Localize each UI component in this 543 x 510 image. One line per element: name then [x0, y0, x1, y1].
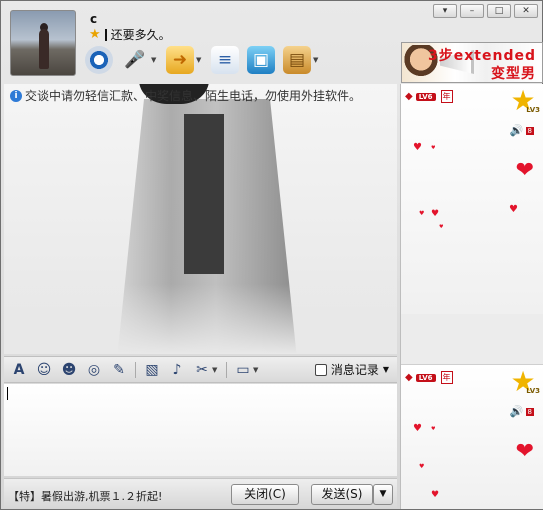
top-toolbar: 🎤 ▼ ➜ ▼ ≡ ▣ ▤ ▼ [85, 46, 320, 74]
message-history-button[interactable]: 消息记录 ▼ [314, 361, 389, 378]
input-toolbar: A ☺ ☻ ◎ ✎ ▧ ♪ ✂ ▼ ▭ ▼ 消息记录 ▼ [4, 356, 397, 383]
app-box-dropdown-icon[interactable]: ▼ [313, 56, 320, 64]
ad-line-1: 3步extended [428, 48, 536, 64]
diamond-icon: ◆ [405, 91, 413, 102]
avatar-figure-body [39, 29, 49, 69]
ad-line-2: 变型男 [491, 66, 536, 82]
status-message: 还要多久。 [110, 28, 171, 42]
close-window-button[interactable]: ✕ [514, 4, 538, 18]
level-tag: LV6 [415, 373, 436, 382]
small-heart-icon: ♥ [413, 142, 422, 153]
contact-avatar[interactable] [10, 10, 76, 76]
self-show-panel[interactable]: ◆ LV6 年 ★ LV3 🔊 8 ♥ ♥ ❤ ♥ ♥ [401, 364, 543, 509]
small-heart-icon: ♥ [419, 210, 425, 217]
speaker-count: 8 [525, 407, 534, 416]
small-heart-icon: ♥ [431, 209, 440, 219]
speaker-icon: 🔊 [509, 124, 524, 137]
small-heart-icon: ♥ [413, 423, 422, 434]
winged-heart-icon: ❤ [515, 439, 534, 464]
send-button[interactable]: 发送(S) [311, 484, 373, 505]
toolbox-dropdown-icon[interactable]: ▼ [253, 366, 260, 374]
message-icon[interactable]: ≡ [211, 46, 239, 74]
magic-face-icon[interactable]: ☻ [60, 361, 78, 379]
voice-call-icon[interactable]: 🎤 [121, 46, 149, 74]
image-icon[interactable]: ▧ [143, 361, 161, 379]
year-tag: 年 [440, 371, 453, 384]
font-icon[interactable]: A [10, 361, 28, 379]
chat-window: ▾ – □ ✕ c ★ 还要多久。 🎤 ▼ ➜ ▼ ≡ ▣ ▤ ▼ 3步exte… [0, 0, 543, 510]
toolbar-separator [135, 361, 136, 378]
file-transfer-dropdown-icon[interactable]: ▼ [196, 56, 203, 64]
star-level-label: LV3 [526, 106, 540, 114]
star-level-label: LV3 [526, 387, 540, 395]
remote-desktop-icon[interactable]: ▣ [247, 46, 275, 74]
text-caret [7, 387, 8, 400]
right-sidebar: ◆ LV6 年 ★ LV3 🔊 8 ♥ ♥ ❤ ♥ ♥ ♥ ♥ ◆ LV6 年 [400, 84, 543, 509]
level-badge: ◆ LV6 年 [405, 371, 453, 384]
window-controls: ▾ – □ ✕ [433, 4, 538, 18]
emoji-icon[interactable]: ☺ [35, 361, 53, 379]
speaker-badge[interactable]: 🔊 8 [510, 405, 534, 418]
message-display-area[interactable]: i 交谈中请勿轻信汇款、中奖信息、陌生电话，勿使用外挂软件。 [4, 84, 397, 354]
close-button[interactable]: 关闭(C) [231, 484, 299, 505]
send-options-dropdown[interactable]: ▼ [373, 484, 393, 505]
small-heart-icon: ♥ [509, 204, 518, 215]
bg-figure-shirt [184, 114, 224, 274]
scissors-dropdown-icon[interactable]: ▼ [212, 366, 219, 374]
screenshot-scissors-icon[interactable]: ✂ [193, 361, 211, 379]
file-transfer-icon[interactable]: ➜ [166, 46, 194, 74]
app-box-icon[interactable]: ▤ [283, 46, 311, 74]
small-heart-icon: ♥ [439, 224, 444, 230]
small-heart-icon: ♥ [419, 463, 425, 470]
promo-link[interactable]: 【特】暑假出游,机票１.２折起! [8, 488, 162, 504]
doodle-icon[interactable]: ✎ [110, 361, 128, 379]
security-notice: i 交谈中请勿轻信汇款、中奖信息、陌生电话，勿使用外挂软件。 [10, 87, 361, 104]
history-icon [314, 363, 327, 376]
diamond-icon: ◆ [405, 372, 413, 383]
small-heart-icon: ♥ [431, 490, 440, 500]
speaker-icon: 🔊 [509, 405, 524, 418]
small-heart-icon: ♥ [431, 426, 436, 432]
winged-heart-icon: ❤ [515, 158, 534, 183]
menu-dropdown-button[interactable]: ▾ [433, 4, 457, 18]
contact-show-panel[interactable]: ◆ LV6 年 ★ LV3 🔊 8 ♥ ♥ ❤ ♥ ♥ ♥ ♥ [401, 84, 543, 314]
status-row: ★ 还要多久。 [89, 26, 171, 43]
small-heart-icon: ♥ [431, 145, 436, 151]
minimize-button[interactable]: – [460, 4, 484, 18]
bg-fade [4, 284, 397, 354]
message-input[interactable] [4, 384, 397, 476]
speaker-badge[interactable]: 🔊 8 [510, 124, 534, 137]
maximize-button[interactable]: □ [487, 4, 511, 18]
voice-call-dropdown-icon[interactable]: ▼ [151, 56, 158, 64]
speaker-count: 8 [525, 126, 534, 135]
message-history-label: 消息记录 [330, 363, 379, 377]
chevron-down-icon: ▼ [382, 365, 389, 374]
music-icon[interactable]: ♪ [168, 361, 186, 379]
video-call-icon[interactable] [85, 46, 113, 74]
level-badge: ◆ LV6 年 [405, 90, 453, 103]
info-icon: i [10, 89, 22, 102]
vip-star-icon: ★ [89, 27, 101, 42]
top-ad-banner[interactable]: 3步extended 变型男 [401, 42, 543, 83]
sidebar-divider-panel [401, 314, 543, 364]
contact-name[interactable]: c [90, 12, 97, 26]
status-marker [104, 28, 107, 41]
security-notice-text: 交谈中请勿轻信汇款、中奖信息、陌生电话，勿使用外挂软件。 [25, 89, 362, 103]
shake-icon[interactable]: ◎ [85, 361, 103, 379]
year-tag: 年 [440, 90, 453, 103]
level-tag: LV6 [415, 92, 436, 101]
bottom-bar: 【特】暑假出游,机票１.２折起! 关闭(C) 发送(S) ▼ [4, 478, 397, 508]
toolbar-separator [226, 361, 227, 378]
toolbox-icon[interactable]: ▭ [234, 361, 252, 379]
